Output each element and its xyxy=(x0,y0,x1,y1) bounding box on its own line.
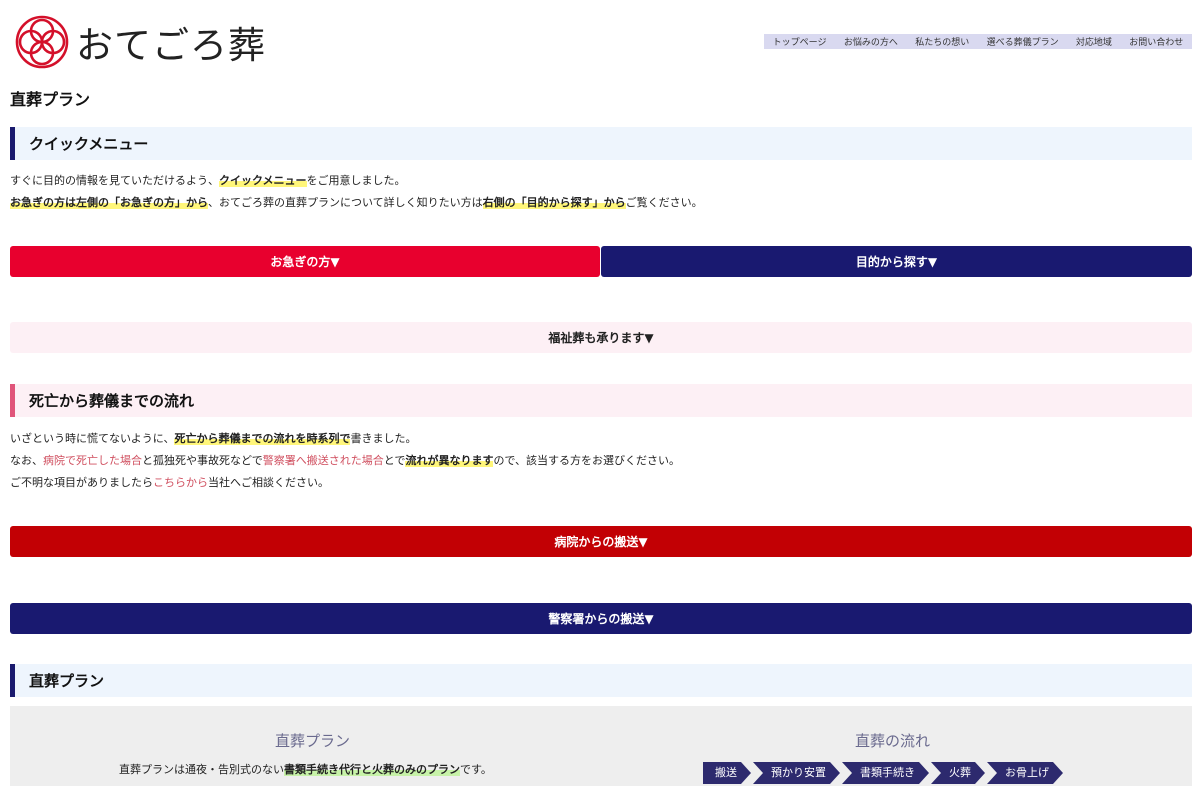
flow-contact-text-end: 当社へご相談ください。 xyxy=(208,476,329,489)
flow-step-paperwork: 書類手続き xyxy=(842,762,929,784)
nav-service-area[interactable]: 対応地域 xyxy=(1076,35,1112,48)
top-navigation: トップページ お悩みの方へ 私たちの想い 選べる葬儀プラン 対応地域 お問い合わ… xyxy=(764,34,1192,49)
flow-heading: 死亡から葬儀までの流れ xyxy=(10,384,1192,417)
guide-highlight-left: お急ぎの方は左側の「お急ぎの方」から xyxy=(10,196,208,209)
logo-text: おてごろ葬 xyxy=(76,24,266,67)
search-by-purpose-button[interactable]: 目的から探す▼ xyxy=(601,246,1192,277)
cremation-flow-steps: 搬送 預かり安置 書類手続き 火葬 お骨上げ xyxy=(703,762,1065,784)
quick-menu-guide: お急ぎの方は左側の「お急ぎの方」から、おてごろ葬の直葬プランについて詳しく知りた… xyxy=(10,194,703,210)
nav-funeral-plans[interactable]: 選べる葬儀プラン xyxy=(987,35,1059,48)
plan-flow-title: 直葬の流れ xyxy=(855,732,931,750)
contact-link[interactable]: こちらから xyxy=(153,476,208,489)
plan-desc-highlight: 書類手続き代行と火葬のみのプラン xyxy=(284,763,460,776)
flow-note-text-end: ので、該当する方をお選びください。 xyxy=(493,454,681,467)
police-transport-link[interactable]: 警察署へ搬送された場合 xyxy=(263,454,384,467)
flow-step-cremation: 火葬 xyxy=(931,762,985,784)
guide-highlight-right: 右側の「目的から探す」から xyxy=(482,196,626,209)
police-transport-button[interactable]: 警察署からの搬送▼ xyxy=(10,603,1192,634)
flow-contact: ご不明な項目がありましたらこちらから当社へご相談ください。 xyxy=(10,474,329,490)
urgent-button[interactable]: お急ぎの方▼ xyxy=(10,246,600,277)
flow-step-transport: 搬送 xyxy=(703,762,751,784)
flow-contact-text: ご不明な項目がありましたら xyxy=(10,476,153,489)
plan-description: 直葬プランは通夜・告別式のない書類手続き代行と火葬のみのプランです。 xyxy=(119,761,492,777)
site-logo[interactable]: おてごろ葬 xyxy=(14,14,266,70)
plan-heading: 直葬プラン xyxy=(10,664,1192,697)
nav-worries[interactable]: お悩みの方へ xyxy=(844,35,898,48)
intro-highlight: クイックメニュー xyxy=(219,174,307,187)
guide-text-end: ご覧ください。 xyxy=(625,196,703,209)
nav-contact[interactable]: お問い合わせ xyxy=(1129,35,1183,48)
flow-step-storage: 預かり安置 xyxy=(753,762,840,784)
plan-desc-text-end: です。 xyxy=(460,763,492,776)
flow-intro-text: いざという時に慌てないように、 xyxy=(10,432,175,445)
flow-note-text: なお、 xyxy=(10,454,43,467)
plan-desc-text: 直葬プランは通夜・告別式のない xyxy=(119,763,284,776)
logo-flower-icon xyxy=(15,15,69,69)
flow-intro-text-end: 書きました。 xyxy=(350,432,417,445)
flow-note-highlight: 流れが異なります xyxy=(405,454,494,467)
page-title: 直葬プラン xyxy=(10,90,91,109)
flow-note-text-2: と孤独死や事故死などで xyxy=(142,454,263,467)
welfare-funeral-button[interactable]: 福祉葬も承ります▼ xyxy=(10,322,1192,353)
hospital-transport-button[interactable]: 病院からの搬送▼ xyxy=(10,526,1192,557)
quick-menu-heading: クイックメニュー xyxy=(10,127,1192,160)
plan-box-title: 直葬プラン xyxy=(275,732,351,750)
flow-step-bone-collection: お骨上げ xyxy=(987,762,1063,784)
flow-intro-highlight: 死亡から葬儀までの流れを時系列で xyxy=(174,432,351,445)
quick-menu-intro: すぐに目的の情報を見ていただけるよう、クイックメニューをご用意しました。 xyxy=(10,172,406,188)
flow-note-text-3: とで xyxy=(383,454,406,467)
nav-top-page[interactable]: トップページ xyxy=(773,35,827,48)
guide-text: 、おてごろ葬の直葬プランについて詳しく知りたい方は xyxy=(208,196,483,209)
intro-text: すぐに目的の情報を見ていただけるよう、 xyxy=(10,174,219,187)
flow-note: なお、病院で死亡した場合と孤独死や事故死などで警察署へ搬送された場合とで流れが異… xyxy=(10,452,680,468)
flow-intro: いざという時に慌てないように、死亡から葬儀までの流れを時系列で書きました。 xyxy=(10,430,416,446)
hospital-death-link[interactable]: 病院で死亡した場合 xyxy=(43,454,142,467)
nav-our-thoughts[interactable]: 私たちの想い xyxy=(915,35,969,48)
intro-text-end: をご用意しました。 xyxy=(306,174,406,187)
